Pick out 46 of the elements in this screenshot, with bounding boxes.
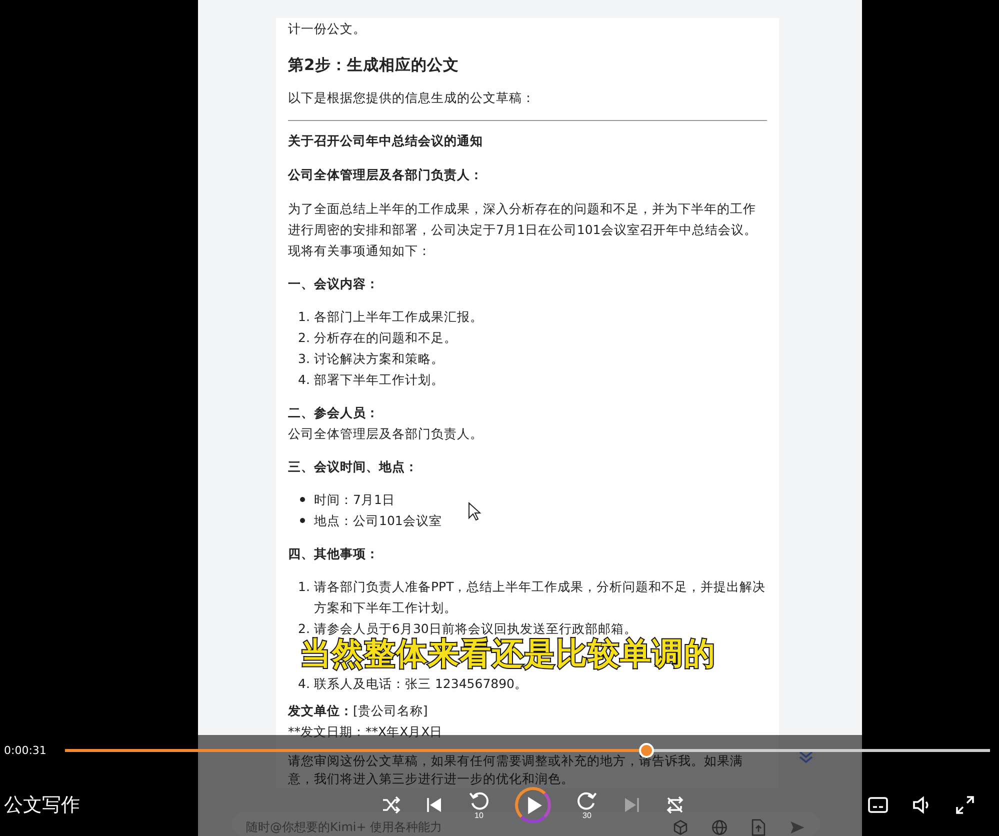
- play-icon: [527, 796, 543, 814]
- shuffle-icon[interactable]: [381, 795, 401, 815]
- list-item-text: 请各部门负责人准备PPT，总结上半年工作成果，分析问题和不足，并提出解决方案和下半年工作计划。: [314, 578, 767, 617]
- mouse-pointer-icon: [468, 502, 481, 521]
- section-heading: 四、其他事项：: [288, 545, 380, 563]
- list-number: 1.: [298, 578, 311, 596]
- paragraph-text: 以下是根据您提供的信息生成的公文草稿：: [288, 89, 536, 107]
- video-subtitle: 当然整体来看还是比较单调的: [300, 637, 716, 671]
- paragraph-text: 计一份公文。: [288, 20, 367, 38]
- list-number: 2.: [298, 329, 311, 347]
- list-number: 2.: [298, 620, 311, 638]
- subtitles-icon[interactable]: [868, 797, 888, 813]
- issuer-label: 发文单位：: [288, 703, 353, 718]
- elapsed-time: 0:00:31: [3, 744, 48, 756]
- list-item-text: 讨论解决方案和策略。: [314, 350, 444, 368]
- list-item-text: 部署下半年工作计划。: [314, 371, 444, 389]
- list-number: 1.: [298, 308, 311, 326]
- list-item-text: 各部门上半年工作成果汇报。: [314, 308, 483, 326]
- play-button[interactable]: [515, 787, 551, 823]
- list-item-text: 时间：7月1日: [314, 491, 395, 509]
- section-heading: 二、参会人员：: [288, 404, 380, 422]
- list-number: 4.: [298, 371, 311, 389]
- list-item-text: 联系人及电话：张三 1234567890。: [314, 675, 528, 693]
- list-item-text: 分析存在的问题和不足。: [314, 329, 457, 347]
- section-heading: 第2步：生成相应的公文: [288, 55, 460, 76]
- date-line: **发文日期：**X年X月X日: [288, 723, 444, 741]
- notice-greeting: 公司全体管理层及各部门负责人：: [288, 166, 484, 184]
- issuer-value: [贵公司名称]: [353, 703, 428, 718]
- notice-title: 关于召开公司年中总结会议的通知: [288, 132, 484, 150]
- list-item-text: 请参会人员于6月30日前将会议回执发送至行政部邮箱。: [314, 620, 637, 638]
- list-item-text: 地点：公司101会议室: [314, 512, 442, 530]
- repeat-off-icon[interactable]: [665, 795, 685, 815]
- paragraph-text: 公司全体管理层及各部门负责人。: [288, 425, 484, 443]
- skip-previous-icon[interactable]: [425, 796, 443, 814]
- video-title: 公文写作: [3, 794, 80, 816]
- cube-icon[interactable]: [672, 819, 689, 836]
- bullet-icon: [300, 518, 305, 523]
- paragraph-text: 为了全面总结上半年的工作成果，深入分析存在的问题和不足，并为下半年的工作进行周密的安排和部署，公司决定于7月1日在公司101会议室召开年中总结会议。现将有关事项通知如下：: [288, 200, 758, 260]
- globe-icon[interactable]: [711, 819, 728, 836]
- list-number: 3.: [298, 350, 311, 368]
- section-heading: 三、会议时间、地点：: [288, 458, 419, 476]
- fullscreen-icon[interactable]: [956, 796, 974, 814]
- file-upload-icon[interactable]: [750, 819, 767, 836]
- bullet-icon: [300, 497, 305, 502]
- list-number: 4.: [298, 675, 311, 693]
- section-heading: 一、会议内容：: [288, 275, 380, 293]
